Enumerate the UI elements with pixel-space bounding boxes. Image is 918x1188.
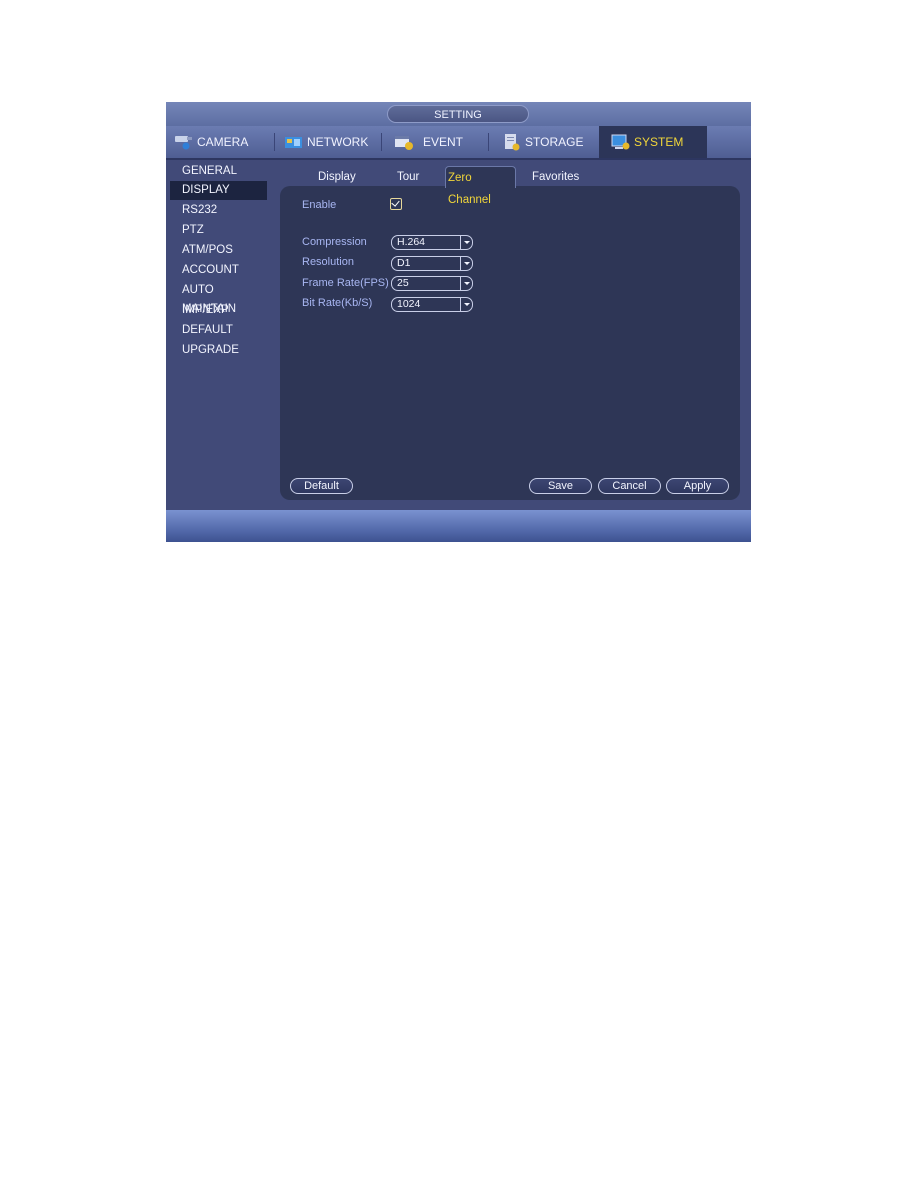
subtab-favorites[interactable]: Favorites <box>532 166 579 188</box>
tab-divider <box>381 133 382 151</box>
tab-network[interactable]: NETWORK <box>284 126 368 158</box>
default-button[interactable]: Default <box>290 478 353 494</box>
system-icon <box>611 133 631 151</box>
bit-rate-label: Bit Rate(Kb/S) <box>302 297 373 309</box>
bit-rate-value: 1024 <box>397 298 421 310</box>
chevron-down-icon[interactable] <box>460 257 472 270</box>
tab-divider <box>274 133 275 151</box>
save-button[interactable]: Save <box>529 478 592 494</box>
main-tab-bar: CAMERA NETWORK EVENT STORAGE SYSTEM <box>166 126 751 160</box>
tab-camera[interactable]: CAMERA <box>174 126 248 158</box>
sidebar-item-ptz[interactable]: PTZ <box>170 221 267 240</box>
zero-channel-panel <box>280 186 740 500</box>
compression-select[interactable]: H.264 <box>391 235 473 250</box>
tab-label: SYSTEM <box>634 135 684 149</box>
window-title: SETTING <box>387 105 529 123</box>
enable-label: Enable <box>302 199 337 211</box>
frame-rate-label: Frame Rate(FPS) <box>302 277 389 289</box>
subtab-display[interactable]: Display <box>318 166 356 188</box>
sidebar-item-general[interactable]: GENERAL <box>170 162 267 181</box>
tab-label: EVENT <box>423 135 464 149</box>
sidebar-item-atm-pos[interactable]: ATM/POS <box>170 241 267 260</box>
subtab-zero-channel[interactable]: Zero Channel <box>445 166 516 206</box>
sidebar: GENERAL DISPLAY RS232 PTZ ATM/POS ACCOUN… <box>166 160 276 510</box>
sidebar-item-upgrade[interactable]: UPGRADE <box>170 341 267 360</box>
sidebar-item-default[interactable]: DEFAULT <box>170 321 267 340</box>
tab-divider <box>488 133 489 151</box>
compression-value: H.264 <box>397 236 426 248</box>
chevron-down-icon[interactable] <box>460 236 472 249</box>
chevron-down-icon[interactable] <box>460 277 472 290</box>
sidebar-item-rs232[interactable]: RS232 <box>170 201 267 220</box>
tab-storage[interactable]: STORAGE <box>502 126 583 158</box>
resolution-value: D1 <box>397 257 411 269</box>
resolution-label: Resolution <box>302 256 354 268</box>
enable-checkbox[interactable] <box>390 198 402 210</box>
network-icon <box>284 133 304 151</box>
sidebar-item-imp-exp[interactable]: IMP/EXP <box>170 301 267 320</box>
frame-rate-select[interactable]: 25 <box>391 276 473 291</box>
resolution-select[interactable]: D1 <box>391 256 473 271</box>
sidebar-item-auto-maintain[interactable]: AUTO MAINTAIN <box>170 281 267 315</box>
tab-label: STORAGE <box>525 135 584 149</box>
apply-button[interactable]: Apply <box>666 478 729 494</box>
tab-label: CAMERA <box>197 135 249 149</box>
camera-icon <box>174 133 194 151</box>
event-icon <box>394 133 414 151</box>
cancel-button[interactable]: Cancel <box>598 478 661 494</box>
footer-bar <box>166 510 751 542</box>
compression-label: Compression <box>302 236 367 248</box>
sidebar-item-account[interactable]: ACCOUNT <box>170 261 267 280</box>
bit-rate-select[interactable]: 1024 <box>391 297 473 312</box>
title-bar: SETTING <box>166 102 751 126</box>
tab-label: NETWORK <box>307 135 369 149</box>
settings-window: SETTING CAMERA NETWORK EVENT STORAGE SYS… <box>166 102 751 542</box>
storage-icon <box>502 133 522 151</box>
tab-event[interactable]: EVENT <box>394 126 463 158</box>
subtab-tour[interactable]: Tour <box>397 166 419 188</box>
sidebar-item-display[interactable]: DISPLAY <box>170 181 267 200</box>
tab-system[interactable]: SYSTEM <box>599 126 707 158</box>
frame-rate-value: 25 <box>397 277 409 289</box>
chevron-down-icon[interactable] <box>460 298 472 311</box>
